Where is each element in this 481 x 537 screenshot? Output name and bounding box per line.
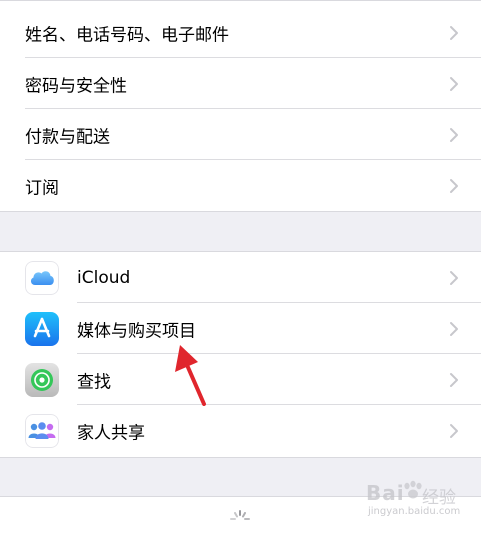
chevron-right-icon: [450, 25, 458, 40]
chevron-right-icon: [450, 127, 458, 142]
row-find-my[interactable]: 查找: [0, 354, 481, 405]
row-label: 付款与配送: [25, 127, 110, 147]
row-label: iCloud: [77, 267, 131, 288]
account-settings-group: 姓名、电话号码、电子邮件 密码与安全性 付款与配送 订阅: [0, 0, 481, 212]
chevron-right-icon: [450, 76, 458, 91]
chevron-right-icon: [450, 321, 458, 336]
watermark-url: jingyan.baidu.com: [368, 506, 461, 517]
annotation-arrow-icon: [175, 345, 206, 406]
row-password-security[interactable]: 密码与安全性: [0, 58, 481, 109]
row-icloud[interactable]: iCloud: [0, 252, 481, 303]
row-payment-shipping[interactable]: 付款与配送: [0, 109, 481, 160]
row-label: 查找: [77, 372, 111, 392]
watermark-suffix: 经验: [422, 488, 456, 508]
row-subscriptions[interactable]: 订阅: [0, 160, 481, 211]
services-group: iCloud 媒体与购买项目 查找 家人共享: [0, 251, 481, 458]
row-family-sharing[interactable]: 家人共享: [0, 405, 481, 456]
baidu-jingyan-watermark: Bai 经验 jingyan.baidu.com: [364, 478, 474, 522]
chevron-right-icon: [450, 372, 458, 387]
row-media-purchases[interactable]: 媒体与购买项目: [0, 303, 481, 354]
icloud-icon: [25, 260, 59, 295]
family-sharing-icon: [25, 413, 59, 448]
row-name-phone-email[interactable]: 姓名、电话号码、电子邮件: [0, 7, 481, 58]
find-my-icon: [25, 362, 59, 397]
chevron-right-icon: [450, 178, 458, 193]
loading-spinner-icon: [230, 510, 250, 520]
row-label: 姓名、电话号码、电子邮件: [25, 25, 229, 45]
row-label: 家人共享: [77, 423, 145, 443]
row-label: 媒体与购买项目: [77, 321, 196, 341]
watermark-brand: Bai: [366, 481, 405, 505]
row-label: 订阅: [25, 178, 59, 198]
chevron-right-icon: [450, 270, 458, 285]
row-label: 密码与安全性: [25, 76, 127, 96]
chevron-right-icon: [450, 423, 458, 438]
app-store-icon: [25, 311, 59, 346]
